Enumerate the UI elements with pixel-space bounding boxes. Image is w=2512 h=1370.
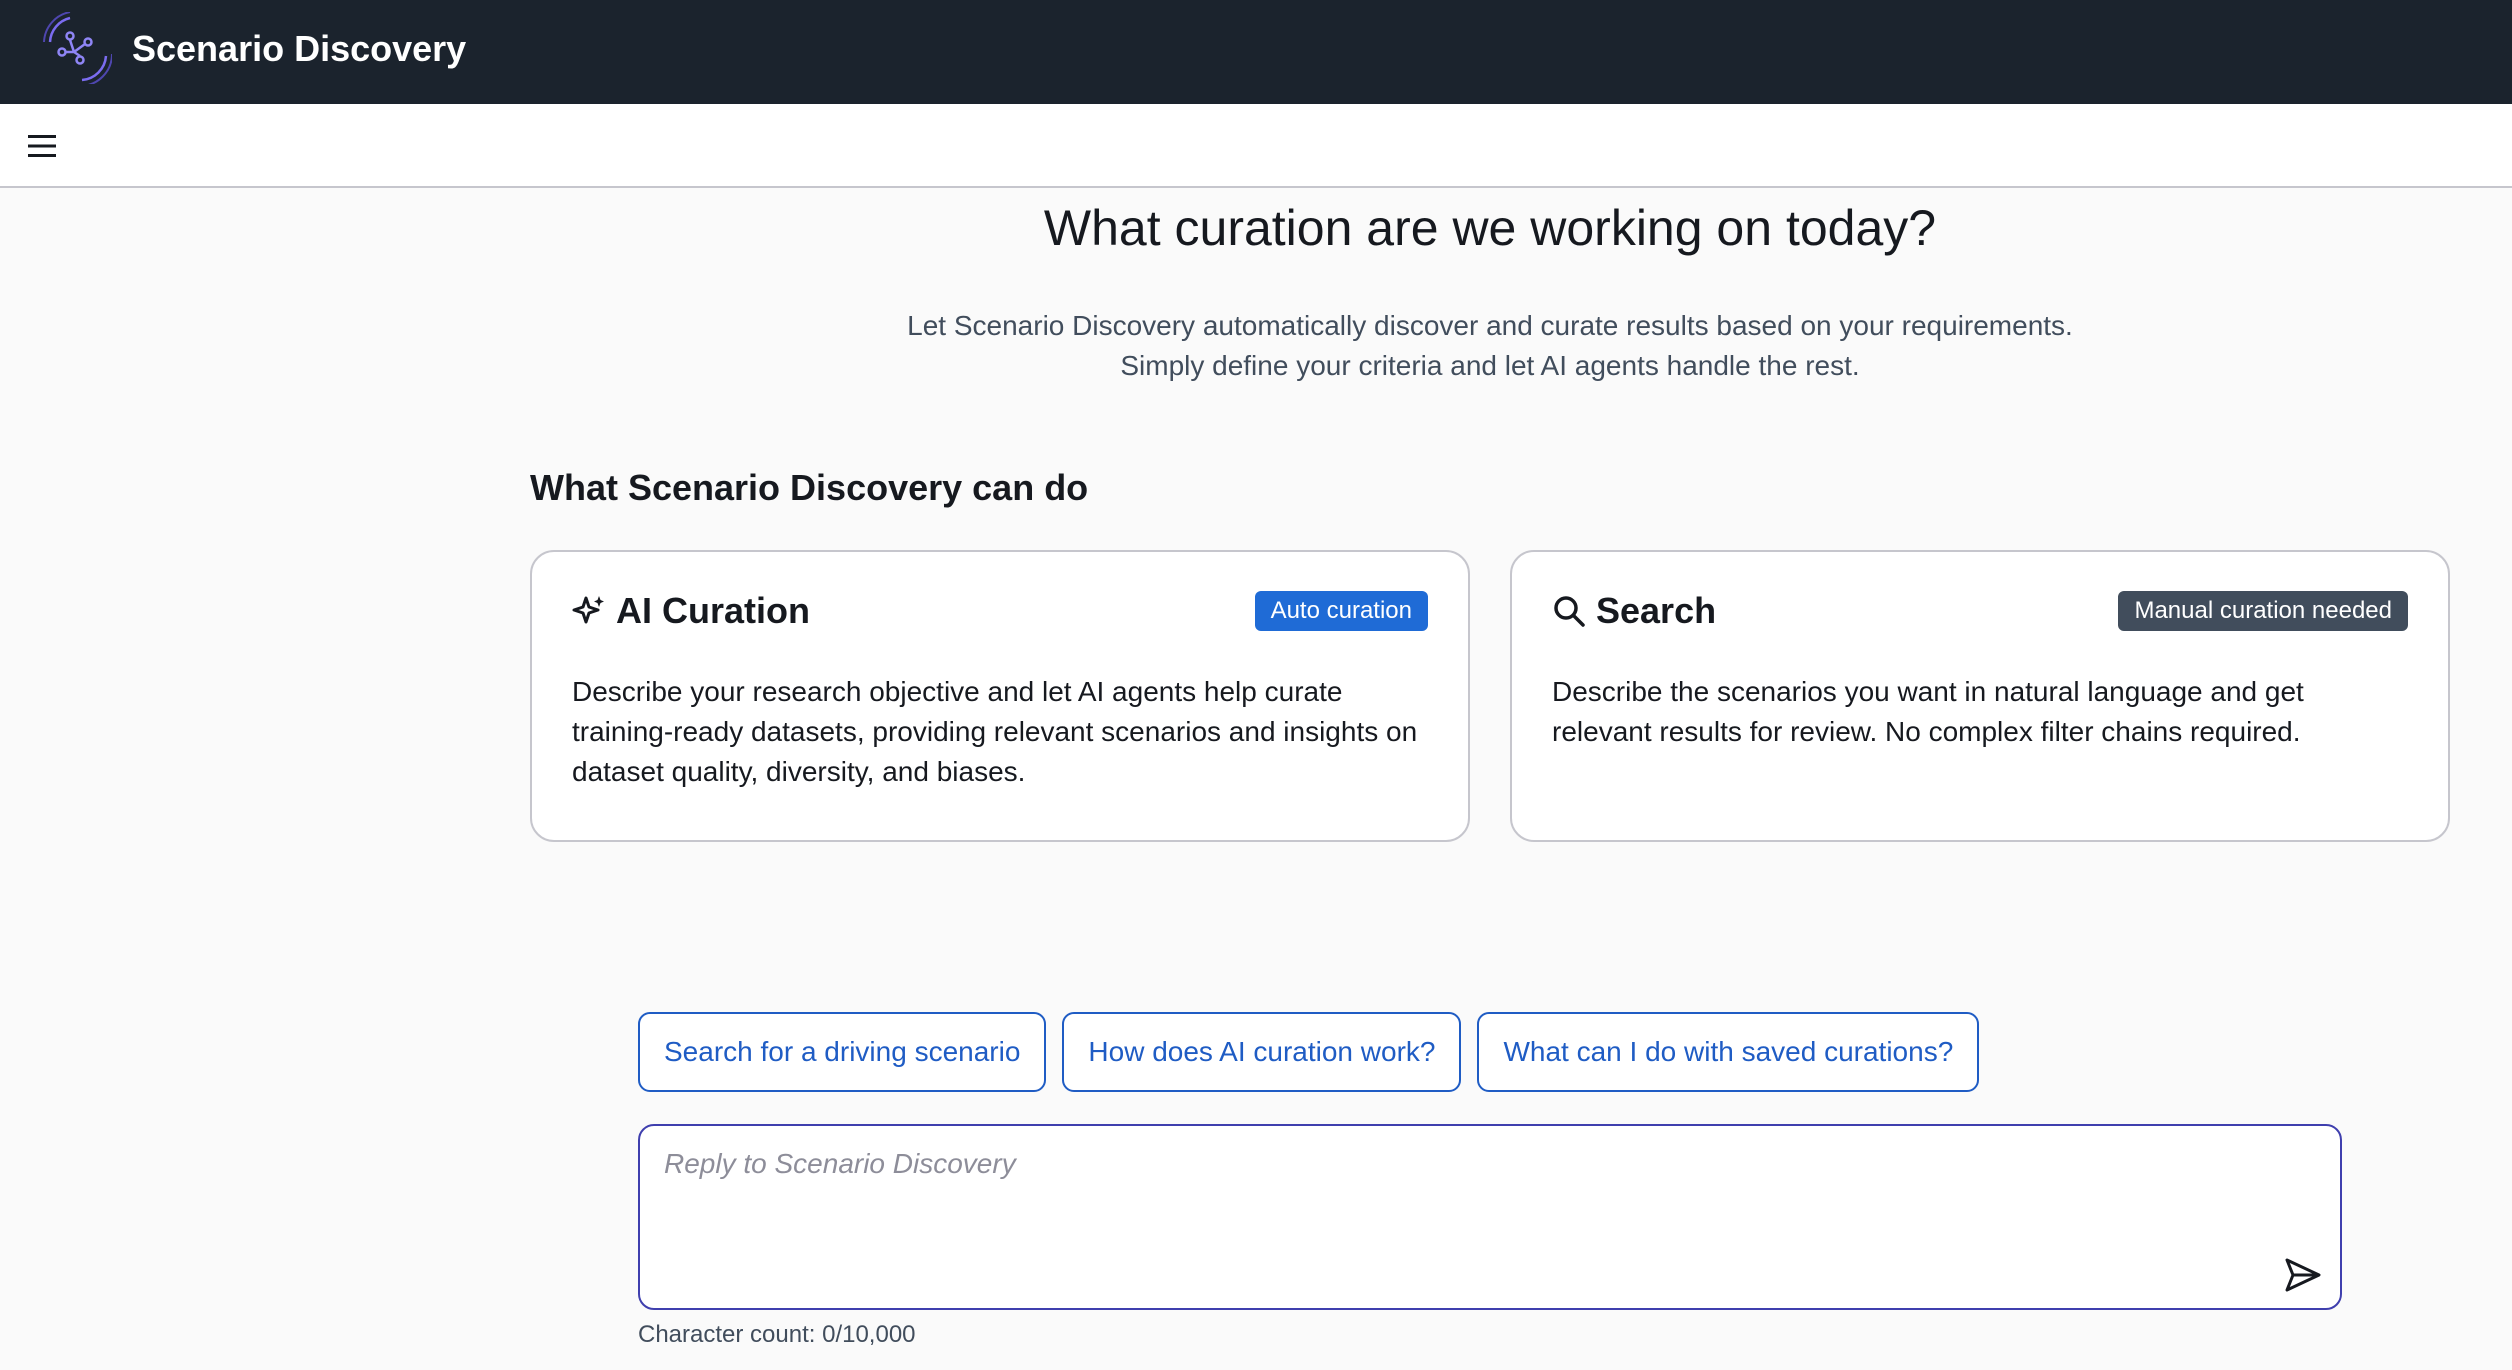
- intro-text: Let Scenario Discovery automatically dis…: [0, 306, 2512, 386]
- app-title[interactable]: Scenario Discovery: [132, 26, 466, 72]
- character-count: Character count: 0/10,000: [638, 1321, 916, 1348]
- suggestion-search-driving-scenario[interactable]: Search for a driving scenario: [638, 1012, 1047, 1092]
- secondary-toolbar: [0, 104, 2512, 188]
- card-description: Describe your research objective and let…: [572, 676, 1418, 787]
- hamburger-menu-icon[interactable]: [22, 126, 62, 166]
- suggestion-chips: Search for a driving scenario How does A…: [638, 1012, 1980, 1092]
- card-header: Search Manual curation needed: [1552, 588, 2408, 634]
- intro-line-1: Let Scenario Discovery automatically dis…: [907, 310, 2073, 341]
- intro-line-2: Simply define your criteria and let AI a…: [1120, 350, 1860, 381]
- card-description: Describe the scenarios you want in natur…: [1552, 676, 2304, 747]
- section-title: What Scenario Discovery can do: [530, 467, 1089, 508]
- card-title: Search: [1596, 590, 1717, 631]
- top-navigation-bar: Scenario Discovery: [0, 0, 2512, 104]
- reply-input[interactable]: [664, 1144, 2264, 1284]
- search-card[interactable]: Search Manual curation needed Describe t…: [1510, 550, 2450, 842]
- card-title: AI Curation: [616, 590, 810, 631]
- auto-curation-badge: Auto curation: [1254, 591, 1428, 631]
- manual-curation-badge: Manual curation needed: [2118, 591, 2408, 631]
- sparkle-icon: [572, 593, 608, 629]
- send-icon[interactable]: [2280, 1252, 2326, 1298]
- suggestion-how-ai-curation-works[interactable]: How does AI curation work?: [1062, 1012, 1462, 1092]
- scenario-discovery-logo-icon[interactable]: [40, 11, 113, 87]
- card-header: AI Curation Auto curation: [572, 588, 1428, 634]
- search-icon: [1552, 593, 1588, 629]
- reply-input-container: [638, 1124, 2342, 1310]
- page-heading: What curation are we working on today?: [1043, 200, 1937, 256]
- ai-curation-card[interactable]: AI Curation Auto curation Describe your …: [530, 550, 1470, 842]
- suggestion-saved-curations[interactable]: What can I do with saved curations?: [1477, 1012, 1980, 1092]
